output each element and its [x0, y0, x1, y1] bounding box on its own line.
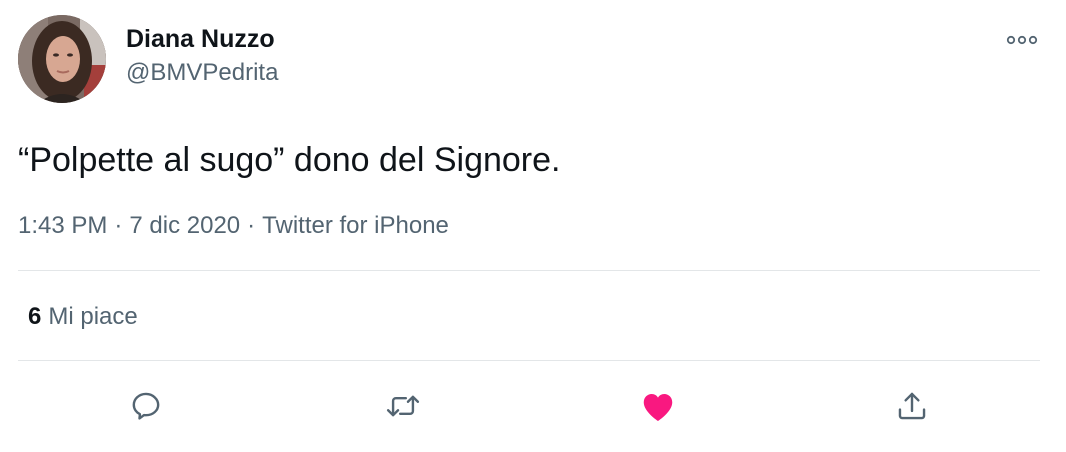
tweet-source[interactable]: Twitter for iPhone: [262, 212, 449, 239]
tweet-meta: 1:43 PM · 7 dic 2020 · Twitter for iPhone: [18, 210, 449, 242]
tweet-text: “Polpette al sugo” dono del Signore.: [18, 141, 561, 179]
likes-label: Mi piace: [48, 303, 138, 330]
author-display-name[interactable]: Diana Nuzzo: [126, 24, 275, 54]
likes-stat[interactable]: 6 Mi piace: [28, 301, 138, 333]
more-horizontal-icon: [1006, 35, 1038, 45]
author-handle[interactable]: @BMVPedrita: [126, 58, 278, 88]
avatar-image: [18, 15, 106, 103]
tweet-time[interactable]: 1:43 PM: [18, 212, 107, 239]
meta-separator: ·: [114, 212, 123, 239]
meta-separator: ·: [247, 212, 256, 239]
retweet-button[interactable]: [381, 384, 425, 428]
share-button[interactable]: [890, 384, 934, 428]
reply-button[interactable]: [124, 384, 168, 428]
more-options-button[interactable]: [1000, 26, 1044, 54]
retweet-icon: [386, 395, 420, 417]
tweet-card: Diana Nuzzo @BMVPedrita “Polpette al sug…: [0, 0, 1066, 452]
reply-icon: [132, 392, 160, 420]
share-icon: [898, 392, 926, 420]
tweet-date[interactable]: 7 dic 2020: [129, 212, 240, 239]
divider: [18, 360, 1040, 361]
like-button[interactable]: [636, 384, 680, 428]
heart-icon: [643, 394, 673, 421]
avatar[interactable]: [18, 15, 106, 103]
divider: [18, 270, 1040, 271]
likes-count: 6: [28, 303, 42, 330]
